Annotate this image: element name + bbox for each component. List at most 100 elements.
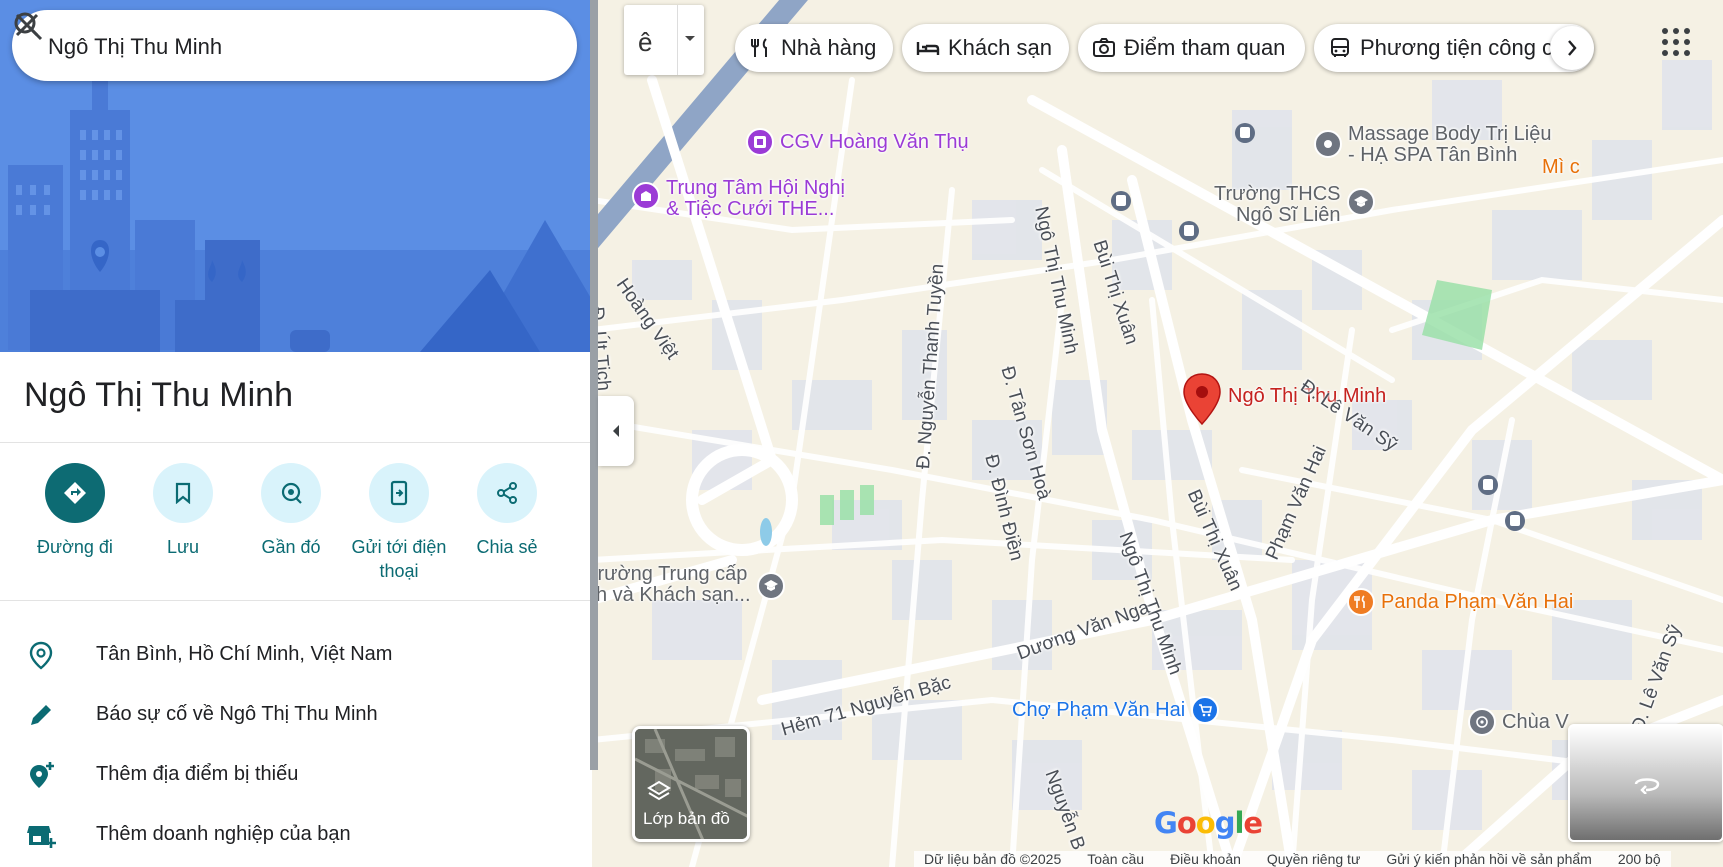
maps-window: CGV Hoàng Văn Thụ Trung Tâm Hội Nghị & T… <box>0 0 1723 867</box>
add-business-text: Thêm doanh nghiệp của bạn <box>96 823 351 845</box>
chip-hotels[interactable]: Khách sạn <box>902 24 1069 72</box>
poi-label: Panda Phạm Văn Hai <box>1381 591 1574 613</box>
report-issue-row[interactable]: Báo sự cố về Ngô Thị Thu Minh <box>0 688 592 740</box>
poi-trungtam[interactable]: Trung Tâm Hội Nghị & Tiệc Cưới THE... <box>632 178 845 220</box>
chip-label: Phương tiện công c <box>1360 35 1554 60</box>
save-button[interactable]: Lưu <box>128 463 238 559</box>
add-location-icon <box>30 762 54 788</box>
action-buttons: Đường đi Lưu Gần đó Gửi tới điện thoại C… <box>20 463 580 593</box>
poi-label: Chùa V <box>1502 711 1569 733</box>
school-icon <box>756 572 785 600</box>
chevron-right-icon <box>1568 40 1577 56</box>
share-button[interactable]: Chia sẻ <box>452 463 562 559</box>
poi-truong-tc[interactable]: Trường Trung cấp ch và Khách sạn... <box>592 564 785 606</box>
poi-chua[interactable]: Chùa V <box>1468 708 1569 736</box>
feedback-link[interactable]: Gửi ý kiến phản hồi về sản phẩm <box>1386 851 1592 867</box>
place-hero-illustration: Ngô Thị Thu Minh <box>0 0 592 352</box>
map-footer: Dữ liệu bản đồ ©2025 Toàn cầu Điều khoản… <box>914 851 1671 867</box>
poi-label-line1: Massage Body Trị Liệu <box>1348 123 1552 145</box>
action-label: Gần đó <box>261 537 321 557</box>
poi-label-line1: Trường THCS <box>1214 183 1341 205</box>
side-panel: Ngô Thị Thu Minh Ngô Thị Thu Minh Đường … <box>0 0 592 867</box>
poi-label: Chợ Phạm Văn Hai <box>1012 699 1186 721</box>
bus-stop-icon[interactable] <box>1477 474 1499 496</box>
map-pin-icon <box>1183 373 1221 426</box>
poi-label-line2: ch và Khách sạn... <box>592 584 751 606</box>
nearby-icon <box>261 463 321 523</box>
poi-label: CGV Hoàng Văn Thụ <box>780 131 969 153</box>
share-icon <box>477 463 537 523</box>
school-icon <box>1346 188 1375 216</box>
apps-grid-icon[interactable] <box>1660 26 1692 58</box>
shopping-cart-icon <box>1191 696 1220 724</box>
bus-stop-icon[interactable] <box>1110 190 1132 212</box>
add-business-row[interactable]: Thêm doanh nghiệp của bạn <box>0 808 592 860</box>
poi-mi[interactable]: Mì c <box>1542 156 1580 179</box>
input-tools-button[interactable]: ê <box>638 27 652 58</box>
global-link[interactable]: Toàn cầu <box>1087 851 1144 867</box>
add-missing-place-row[interactable]: Thêm địa điểm bị thiếu <box>0 748 592 800</box>
map-data-credit: Dữ liệu bản đồ ©2025 <box>924 851 1062 867</box>
chip-label: Khách sạn <box>948 35 1052 60</box>
address-row[interactable]: Tân Bình, Hồ Chí Minh, Việt Nam <box>0 628 592 680</box>
poi-label-line1: Trường Trung cấp <box>592 563 748 585</box>
chips-next-button[interactable] <box>1550 26 1594 70</box>
collapse-panel-button[interactable] <box>598 396 634 466</box>
report-issue-text: Báo sự cố về Ngô Thị Thu Minh <box>96 703 378 725</box>
scale-indicator[interactable]: 200 bộ <box>1618 851 1661 867</box>
divider <box>0 600 592 601</box>
bus-stop-icon[interactable] <box>1178 220 1200 242</box>
poi-panda[interactable]: Panda Phạm Văn Hai <box>1347 588 1573 616</box>
add-missing-place-text: Thêm địa điểm bị thiếu <box>96 763 299 785</box>
directions-button[interactable]: Đường đi <box>20 463 130 559</box>
rotate-view-icon <box>1634 778 1660 794</box>
terms-link[interactable]: Điều khoản <box>1170 851 1241 867</box>
panel-scrollbar[interactable] <box>590 0 598 770</box>
google-logo: Google <box>1154 806 1263 840</box>
restaurant-icon <box>1347 588 1375 616</box>
camera-icon <box>1093 38 1115 57</box>
bus-stop-icon[interactable] <box>1234 122 1256 144</box>
temple-icon <box>1468 708 1496 736</box>
poi-massage[interactable]: Massage Body Trị Liệu - HẠ SPA Tân Bình <box>1314 124 1551 166</box>
search-box: Ngô Thị Thu Minh <box>12 10 577 81</box>
privacy-link[interactable]: Quyền riêng tư <box>1267 851 1360 867</box>
layers-icon <box>647 780 671 801</box>
poi-cho[interactable]: Chợ Phạm Văn Hai <box>1012 696 1220 724</box>
poi-label-line1: Trung Tâm Hội Nghị <box>666 177 845 199</box>
nearby-button[interactable]: Gần đó <box>236 463 346 559</box>
chip-attractions[interactable]: Điểm tham quan <box>1078 24 1305 72</box>
spa-icon <box>1314 130 1342 158</box>
poi-label-line2: Ngô Sĩ Liên <box>1236 204 1341 226</box>
location-pin-icon <box>29 641 53 670</box>
chip-restaurants[interactable]: Nhà hàng <box>735 24 893 72</box>
event-hall-icon <box>632 182 660 210</box>
close-icon[interactable] <box>12 10 42 40</box>
map-layers-button[interactable]: Lớp bản đồ <box>632 726 750 842</box>
send-to-phone-icon <box>369 463 429 523</box>
pencil-icon <box>31 705 51 725</box>
bed-icon <box>916 42 940 55</box>
poi-label-line2: - HẠ SPA Tân Bình <box>1348 144 1518 166</box>
action-label: Gửi tới điện thoại <box>351 537 447 581</box>
chevron-left-icon <box>613 425 619 437</box>
action-label: Đường đi <box>37 537 113 557</box>
movie-icon <box>746 128 774 156</box>
poi-cgv[interactable]: CGV Hoàng Văn Thụ <box>746 128 969 156</box>
street-view-button[interactable] <box>1568 724 1723 842</box>
search-input[interactable]: Ngô Thị Thu Minh <box>48 34 222 60</box>
action-label: Lưu <box>166 537 200 557</box>
chevron-down-icon[interactable] <box>684 35 696 43</box>
bookmark-icon <box>153 463 213 523</box>
bus-icon <box>1331 38 1349 57</box>
send-to-phone-button[interactable]: Gửi tới điện thoại <box>344 463 454 583</box>
bus-stop-icon[interactable] <box>1504 510 1526 532</box>
poi-truong-thcs[interactable]: Trường THCS Ngô Sĩ Liên <box>1214 184 1375 226</box>
fork-knife-icon <box>751 38 767 57</box>
layers-label: Lớp bản đồ <box>643 809 730 828</box>
poi-label-line2: & Tiệc Cưới THE... <box>666 198 835 220</box>
divider <box>677 5 678 75</box>
map-canvas[interactable]: CGV Hoàng Văn Thụ Trung Tâm Hội Nghị & T… <box>592 0 1723 867</box>
action-label: Chia sẻ <box>476 537 538 557</box>
directions-icon <box>45 463 105 523</box>
